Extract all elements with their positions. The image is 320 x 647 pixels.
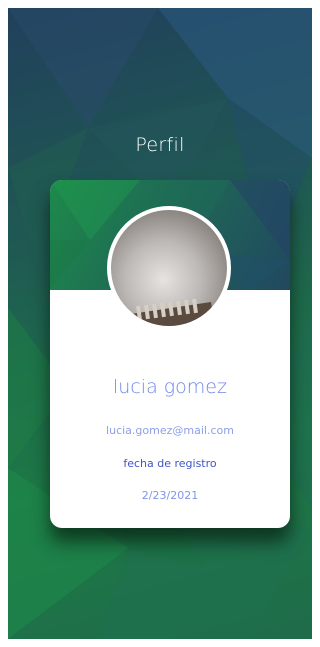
avatar-photo (125, 298, 215, 326)
profile-name: lucia gomez (113, 376, 227, 398)
avatar (107, 206, 231, 330)
profile-email: lucia.gomez@mail.com (106, 424, 234, 437)
profile-screen: Perfil lucia gomez lucia.gomez@mail.com … (8, 8, 312, 639)
registration-label: fecha de registro (123, 457, 217, 470)
registration-date: 2/23/2021 (141, 489, 199, 502)
profile-card: lucia gomez lucia.gomez@mail.com fecha d… (50, 180, 290, 528)
page-title: Perfil (135, 134, 185, 156)
